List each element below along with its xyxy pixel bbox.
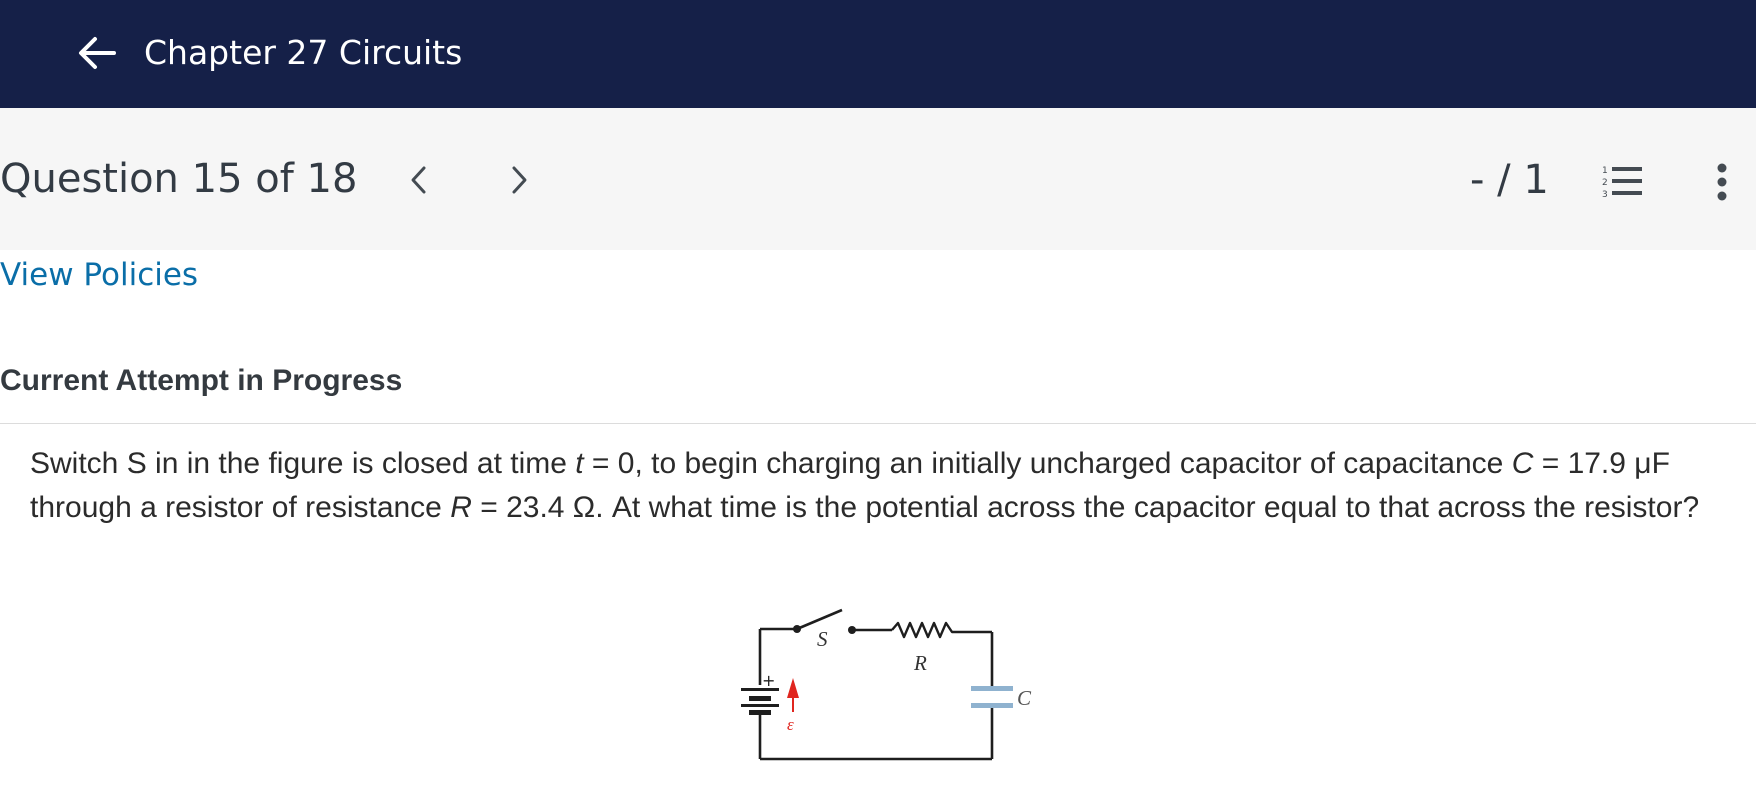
emf-arrow — [787, 678, 799, 712]
resistor-label: R — [913, 651, 927, 675]
numbered-list-icon[interactable]: 1 2 3 — [1598, 160, 1646, 204]
capacitor-label: C — [1017, 686, 1032, 710]
capacitance-variable: C — [1511, 447, 1534, 480]
more-vertical-icon[interactable] — [1702, 158, 1742, 206]
question-text-part: Switch S in in the figure is closed at t… — [30, 447, 576, 480]
app-header: Chapter 27 Circuits — [0, 0, 1756, 108]
switch-label: S — [817, 627, 828, 651]
view-policies-link[interactable]: View Policies — [0, 254, 198, 296]
circuit-figure: S R C + ε — [741, 608, 1032, 761]
svg-text:1: 1 — [1602, 166, 1608, 176]
app-title: Chapter 27 Circuits — [144, 33, 463, 72]
emf-label: ε — [787, 715, 794, 734]
time-variable: t — [575, 447, 584, 480]
resistor-symbol — [891, 621, 960, 639]
svg-text:2: 2 — [1602, 178, 1608, 188]
resistance-variable: R — [450, 491, 472, 524]
question-bar: Question 15 of 18 - / 1 1 2 3 — [0, 108, 1756, 250]
capacitor-symbol — [971, 686, 1013, 708]
question-text: Switch S in in the figure is closed at t… — [30, 442, 1745, 530]
chevron-right-icon[interactable] — [500, 160, 540, 200]
arrow-left-icon[interactable] — [74, 30, 120, 76]
question-text-part: = 23.4 Ω. At what time is the potential … — [471, 491, 1700, 524]
score-display: - / 1 — [1470, 157, 1549, 203]
battery-plus-label: + — [762, 671, 775, 690]
divider — [0, 423, 1756, 424]
battery-symbol — [741, 688, 779, 715]
attempt-heading: Current Attempt in Progress — [0, 364, 403, 397]
chevron-left-icon[interactable] — [398, 160, 438, 200]
svg-text:3: 3 — [1602, 190, 1608, 200]
question-text-part: = 0, to begin charging an initially unch… — [583, 447, 1512, 480]
question-counter: Question 15 of 18 — [0, 156, 358, 202]
